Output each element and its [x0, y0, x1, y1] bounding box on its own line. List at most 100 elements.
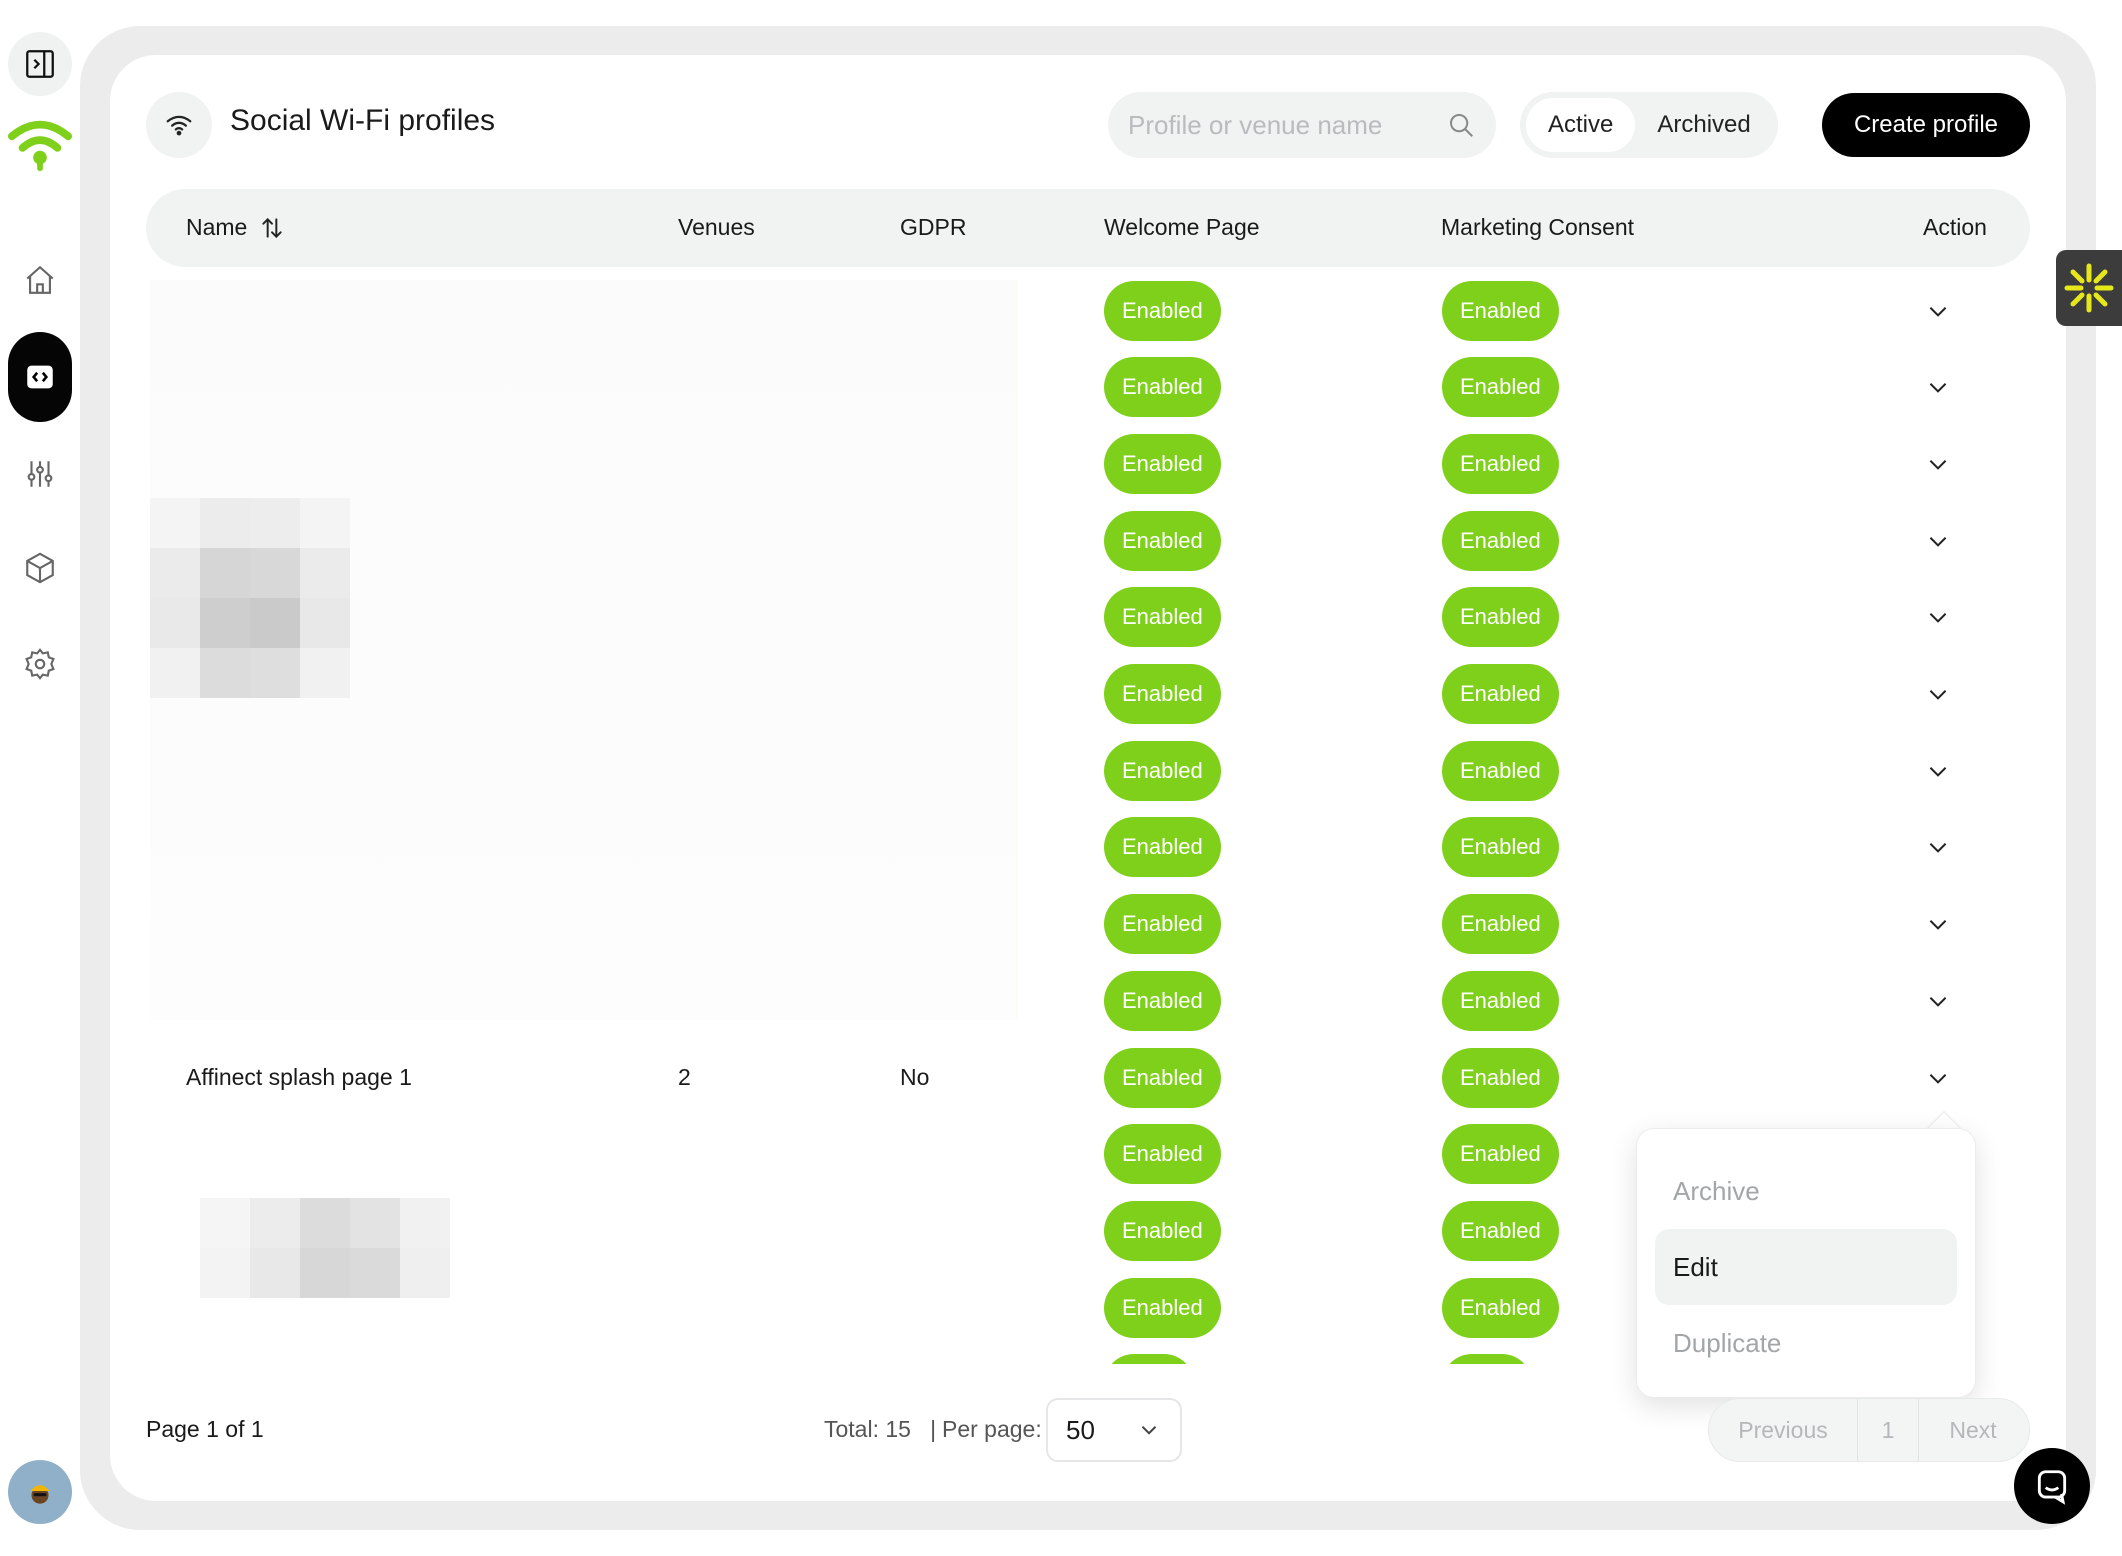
marketing-consent-badge: Enabled [1442, 1200, 1559, 1261]
panel-toggle-icon [26, 50, 54, 78]
nav-products[interactable] [8, 536, 72, 600]
welcome-page-badge-cell: Enabled [1104, 1192, 1221, 1269]
welcome-page-badge: Enabled [1104, 1047, 1221, 1108]
brand-logo[interactable] [8, 112, 72, 176]
welcome-page-badge-cell: Enabled [1104, 1039, 1221, 1116]
search-input[interactable] [1128, 109, 1438, 141]
marketing-consent-badge: Enabled [1442, 433, 1559, 494]
separator: | [930, 1416, 937, 1442]
search-icon[interactable] [1446, 110, 1476, 140]
welcome-page-badge-cell: Enabled [1104, 579, 1221, 656]
per-page-select[interactable]: 50 [1046, 1398, 1182, 1462]
total-count-value: Total: 15 [824, 1416, 911, 1442]
table-row: Enabled Enabled [146, 502, 2030, 579]
chevron-down-icon [1929, 690, 1947, 700]
row-action-toggle[interactable] [1918, 962, 1958, 1039]
nav-settings[interactable] [8, 632, 72, 696]
welcome-page-badge: Enabled [1104, 1277, 1221, 1338]
row-action-toggle[interactable] [1918, 349, 1958, 426]
chevron-down-icon [1929, 306, 1947, 317]
row-action-toggle[interactable] [1918, 502, 1958, 579]
table-row: Enabled Enabled [146, 886, 2030, 963]
page-info: Page 1 of 1 [146, 1416, 264, 1442]
search-box[interactable] [1108, 92, 1496, 158]
marketing-consent-badge-cell: Enabled [1442, 1269, 1559, 1346]
page-number-button[interactable]: 1 [1857, 1399, 1919, 1461]
page-icon [146, 92, 212, 158]
welcome-page-badge-cell: Enabled [1104, 425, 1221, 502]
welcome-page-badge: Enabled [1104, 817, 1221, 878]
chevron-down-icon [1929, 459, 1947, 470]
column-name[interactable]: Name [186, 214, 285, 241]
column-welcome-page: Welcome Page [1104, 214, 1260, 240]
chevron-down-icon [1929, 1073, 1947, 1084]
welcome-page-badge-cell: Enabled [1104, 502, 1221, 579]
welcome-page-badge: Enabled [1104, 970, 1221, 1031]
marketing-consent-badge: Enabled [1442, 1124, 1559, 1185]
row-action-toggle[interactable] [1918, 579, 1958, 656]
row-action-toggle[interactable] [1918, 272, 1958, 349]
cell-gdpr: No [900, 1064, 930, 1090]
column-venues: Venues [678, 214, 755, 240]
table-row: Enabled Enabled [146, 962, 2030, 1039]
chat-launcher[interactable] [2014, 1448, 2090, 1524]
table-row: Enabled Enabled [146, 732, 2030, 809]
welcome-page-badge: Enabled [1104, 664, 1221, 724]
table-row: Enabled Enabled [146, 656, 2030, 733]
create-profile-button[interactable]: Create profile [1822, 93, 2030, 157]
assistant-launcher[interactable] [2056, 250, 2122, 326]
chat-icon [2037, 1470, 2067, 1505]
menu-item-duplicate[interactable]: Duplicate [1655, 1305, 1957, 1381]
menu-item-edit[interactable]: Edit [1655, 1229, 1957, 1305]
welcome-page-badge: Enabled [1104, 357, 1221, 418]
sidebar-rail [0, 0, 80, 1556]
chevron-down-icon [1929, 383, 1947, 393]
chevron-down-icon [1141, 1426, 1157, 1435]
sidebar-toggle-button[interactable] [8, 32, 72, 96]
marketing-consent-badge-cell: Enabled [1442, 1039, 1559, 1116]
welcome-page-badge: Enabled [1104, 894, 1221, 955]
chevron-down-icon [1929, 613, 1947, 624]
row-action-toggle[interactable] [1918, 656, 1958, 733]
tab-active[interactable]: Active [1526, 98, 1636, 152]
sliders-icon [27, 461, 53, 487]
tab-archived[interactable]: Archived [1635, 98, 1772, 152]
row-action-toggle[interactable] [1918, 886, 1958, 963]
welcome-page-badge-cell: Enabled [1104, 272, 1221, 349]
nav-settings-sliders[interactable] [8, 442, 72, 506]
row-action-toggle[interactable] [1918, 732, 1958, 809]
next-button[interactable]: Next [1919, 1399, 2027, 1461]
welcome-page-badge-cell: Enabled [1104, 1116, 1221, 1193]
marketing-consent-badge-cell: Enabled [1442, 656, 1559, 733]
cell-name: Affinect splash page 1 [186, 1064, 412, 1090]
row-action-toggle[interactable] [1918, 809, 1958, 886]
chevron-down-icon [1929, 843, 1947, 854]
marketing-consent-badge-cell: Enabled [1442, 425, 1559, 502]
marketing-consent-badge: Enabled [1442, 280, 1559, 341]
welcome-page-badge-cell: Enabled [1104, 732, 1221, 809]
column-gdpr: GDPR [900, 214, 967, 240]
home-icon [26, 265, 54, 294]
welcome-page-badge: Enabled [1104, 587, 1221, 648]
user-avatar[interactable] [8, 1460, 72, 1524]
row-action-toggle[interactable] [1918, 425, 1958, 502]
chevron-down-icon [1929, 996, 1947, 1007]
marketing-consent-badge: Enabled [1442, 357, 1559, 418]
chevron-down-icon [1929, 536, 1947, 547]
nav-home[interactable] [8, 248, 72, 312]
table-row: Enabled Enabled [146, 809, 2030, 886]
welcome-page-badge-cell: Enabled [1104, 349, 1221, 426]
pagination: Previous 1 Next [1708, 1398, 2030, 1462]
nav-profiles[interactable] [8, 332, 72, 422]
avatar-icon [23, 1475, 57, 1509]
marketing-consent-badge: Enabled [1442, 817, 1559, 878]
previous-button[interactable]: Previous [1709, 1399, 1857, 1461]
gear-icon [25, 648, 55, 680]
welcome-page-badge-cell: Enabled [1104, 809, 1221, 886]
page-title: Social Wi-Fi profiles [230, 104, 496, 137]
partial-badge-cell [1104, 1346, 1194, 1364]
sort-icon[interactable] [259, 215, 285, 241]
row-action-toggle[interactable] [1918, 1039, 1958, 1116]
welcome-page-badge: Enabled [1104, 433, 1221, 494]
menu-item-archive[interactable]: Archive [1655, 1153, 1957, 1229]
